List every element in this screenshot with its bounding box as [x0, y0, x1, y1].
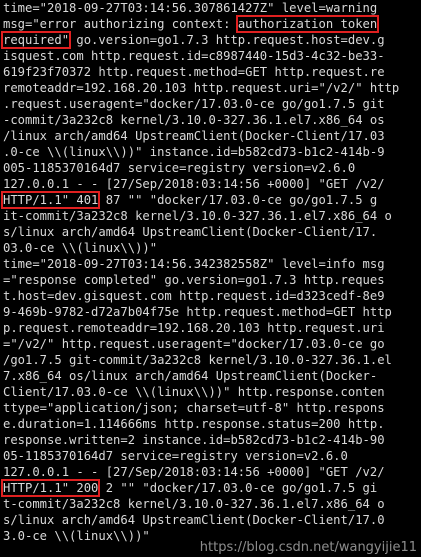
log-line-text: t.host=dev.gisquest.com http.request.id=… [3, 289, 385, 303]
log-line: ttype="application/json; charset=utf-8" … [3, 400, 385, 416]
log-line: 05-1185370164d7 service=registry version… [3, 448, 348, 464]
log-line-text: isquest.com http.request.id=c8987440-15d… [3, 49, 385, 63]
log-line-text: /linux arch/amd64 UpstreamClient(Docker-… [3, 129, 385, 143]
log-line: HTTP/1.1" 200 2 "" "docker/17.03.0-ce go… [0, 479, 378, 497]
log-line: .request.useragent="docker/17.03.0-ce go… [3, 96, 385, 112]
log-line: s/linux arch/amd64 UpstreamClient(Docker… [3, 512, 385, 528]
log-line: 7.x86_64 os/linux arch/amd64 UpstreamCli… [3, 368, 377, 384]
log-line-text: 05-1185370164d7 service=registry version… [3, 449, 348, 463]
log-line: /linux arch/amd64 UpstreamClient(Docker-… [3, 128, 385, 144]
log-line: isquest.com http.request.id=c8987440-15d… [3, 48, 385, 64]
highlighted-log-text: required" [0, 31, 72, 49]
log-line: 619f23f70372 http.request.method=GET htt… [3, 64, 385, 80]
log-line: 005-1185370164d7 service=registry versio… [3, 160, 355, 176]
log-line-text: 03.0-ce \\(linux\\))" [3, 241, 158, 255]
log-line-text: response.written=2 instance.id=b582cd73-… [3, 433, 385, 447]
log-line-text: time="2018-09-27T03:14:56.307861427Z" le… [3, 1, 378, 15]
log-line-text: .request.useragent="docker/17.03.0-ce go… [3, 97, 385, 111]
log-line: s/linux arch/amd64 UpstreamClient(Docker… [3, 224, 377, 240]
log-line: remoteaddr=192.168.20.103 http.request.u… [3, 80, 399, 96]
log-line: p.request.remoteaddr=192.168.20.103 http… [3, 320, 385, 336]
log-line: t.host=dev.gisquest.com http.request.id=… [3, 288, 385, 304]
watermark-text: https://blog.csdn.net/wangyijie11 [199, 540, 417, 555]
log-line: 03.0-ce \\(linux\\))" [3, 240, 157, 256]
log-line: .0-ce \\(linux\\))" instance.id=b582cd73… [3, 144, 385, 160]
log-line-text: 127.0.0.1 - - [27/Sep/2018:03:14:56 +000… [3, 465, 385, 479]
log-line: time="2018-09-27T03:14:56.342382558Z" le… [3, 256, 385, 272]
log-line: 9-469b-9782-d72a7b04f75e http.request.me… [3, 304, 392, 320]
log-line-text: remoteaddr=192.168.20.103 http.request.u… [3, 81, 400, 95]
log-line-text: -commit/3a232c8 kernel/3.10.0-327.36.1.e… [3, 113, 385, 127]
highlighted-log-text: HTTP/1.1" 200 [0, 479, 101, 497]
highlighted-log-text: HTTP/1.1" 401 [0, 191, 101, 209]
highlighted-log-text: authorization token [235, 15, 380, 33]
log-line: response.written=2 instance.id=b582cd73-… [3, 432, 385, 448]
log-line: HTTP/1.1" 401 87 "" "docker/17.03.0-ce g… [0, 191, 378, 209]
log-line-text: 127.0.0.1 - - [27/Sep/2018:03:14:56 +000… [3, 177, 385, 191]
log-line: ="/v2/" http.request.useragent="docker/1… [3, 336, 385, 352]
log-line-text: e.duration=1.114666ms http.response.stat… [3, 417, 385, 431]
log-line: 3.0-ce \\(linux\\))" [3, 528, 150, 544]
log-line: msg="error authorizing context: authoriz… [3, 15, 380, 33]
log-line-text: /go1.7.5 git-commit/3a232c8 kernel/3.10.… [3, 353, 392, 367]
terminal-log-output[interactable]: time="2018-09-27T03:14:56.307861427Z" le… [0, 0, 421, 557]
log-line-text: s/linux arch/amd64 UpstreamClient(Docker… [3, 513, 385, 527]
log-line-text: 7.x86_64 os/linux arch/amd64 UpstreamCli… [3, 369, 378, 383]
log-line-text-before: msg="error authorizing context: [3, 17, 238, 31]
log-line: Client/17.03.0-ce \\(linux\\))" http.res… [3, 384, 385, 400]
log-line-text: 005-1185370164d7 service=registry versio… [3, 161, 356, 175]
log-line: e.duration=1.114666ms http.response.stat… [3, 416, 385, 432]
log-line-text: ="/v2/" http.request.useragent="docker/1… [3, 337, 385, 351]
log-line: -commit/3a232c8 kernel/3.10.0-327.36.1.e… [3, 112, 385, 128]
log-line-text-after: 87 "" "docker/17.03.0-ce go/go1.7.5 g [98, 193, 378, 207]
log-line-text: t-commit/3a232c8 kernel/3.10.0-327.36.1.… [3, 497, 385, 511]
log-line-text: p.request.remoteaddr=192.168.20.103 http… [3, 321, 385, 335]
log-line: ="response completed" go.version=go1.7.3… [3, 272, 385, 288]
log-line-text: 9-469b-9782-d72a7b04f75e http.request.me… [3, 305, 392, 319]
log-line-text: .0-ce \\(linux\\))" instance.id=b582cd73… [3, 145, 385, 159]
log-line-text-after: 2 "" "docker/17.03.0-ce go/go1.7.5 gi [98, 481, 378, 495]
log-line: /go1.7.5 git-commit/3a232c8 kernel/3.10.… [3, 352, 392, 368]
log-line-text: ="response completed" go.version=go1.7.3… [3, 273, 385, 287]
log-line: time="2018-09-27T03:14:56.307861427Z" le… [3, 0, 377, 16]
log-line: t-commit/3a232c8 kernel/3.10.0-327.36.1.… [3, 496, 385, 512]
log-line: it-commit/3a232c8 kernel/3.10.0-327.36.1… [3, 208, 392, 224]
log-line-text: 619f23f70372 http.request.method=GET htt… [3, 65, 385, 79]
log-line: 127.0.0.1 - - [27/Sep/2018:03:14:56 +000… [3, 464, 385, 480]
log-line-text: s/linux arch/amd64 UpstreamClient(Docker… [3, 225, 378, 239]
log-line: required" go.version=go1.7.3 http.reques… [0, 31, 385, 49]
log-line-text: time="2018-09-27T03:14:56.342382558Z" le… [3, 257, 385, 271]
log-line-text: Client/17.03.0-ce \\(linux\\))" http.res… [3, 385, 385, 399]
log-line-text: 3.0-ce \\(linux\\))" [3, 529, 150, 543]
log-line: 127.0.0.1 - - [27/Sep/2018:03:14:56 +000… [3, 176, 385, 192]
log-line-text-after: go.version=go1.7.3 http.request.host=dev… [69, 33, 385, 47]
log-line-text: ttype="application/json; charset=utf-8" … [3, 401, 385, 415]
log-line-text: it-commit/3a232c8 kernel/3.10.0-327.36.1… [3, 209, 392, 223]
